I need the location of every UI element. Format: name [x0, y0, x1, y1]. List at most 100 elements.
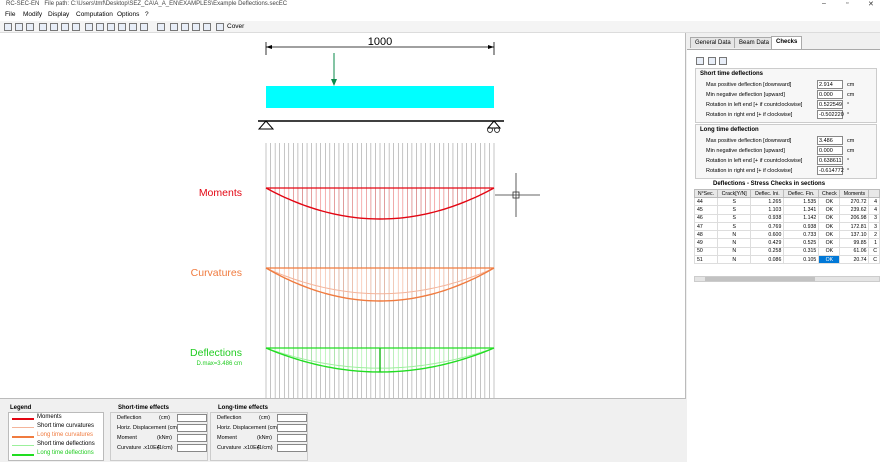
table-cell: 172.81: [839, 221, 870, 232]
table-row[interactable]: 47 S 0.769 0.938 OK 172.81 3: [694, 221, 880, 232]
table-cell: 1.142: [783, 213, 820, 223]
table-cell: 51: [694, 255, 718, 265]
cover-button[interactable]: Cover: [227, 23, 244, 30]
column-header[interactable]: [868, 189, 880, 198]
table-cell: 0.525: [783, 238, 820, 248]
table-row[interactable]: 49 N 0.429 0.525 OK 99.85 1: [694, 238, 880, 248]
image-icon[interactable]: [129, 23, 137, 31]
legend-item-long-deflections: Long time deflections: [37, 450, 94, 456]
long-max-pos-value[interactable]: 3.486: [817, 136, 843, 145]
table-cell: 44: [694, 196, 718, 207]
close-icon[interactable]: ✕: [868, 0, 874, 8]
short-horiz-field[interactable]: [177, 424, 207, 432]
short-moment-field[interactable]: [177, 434, 207, 442]
column-header[interactable]: Crack[Y/N]: [716, 189, 752, 198]
long-rot-left-value[interactable]: 0.638611: [817, 156, 843, 165]
tab-beam-data[interactable]: Beam Data: [734, 37, 775, 48]
table-row[interactable]: 50 N 0.258 0.315 OK 61.06 C: [694, 246, 880, 257]
file-path: File path: C:\Users\tmf\Desktop\SEZ_CA\A…: [44, 1, 288, 7]
settings-icon[interactable]: [203, 23, 211, 31]
print-icon[interactable]: [696, 57, 704, 65]
table-cell: 270.72: [839, 196, 870, 207]
table-cell: OK: [818, 230, 841, 240]
new-file-icon[interactable]: [4, 23, 12, 31]
table-cell: OK: [818, 196, 841, 207]
long-rot-right-label: Rotation in right end [+ if clockwise]: [706, 168, 793, 174]
short-min-neg-value[interactable]: 0.000: [817, 90, 843, 99]
table-h-scrollbar[interactable]: [694, 276, 880, 282]
check-icon[interactable]: [96, 23, 104, 31]
short-curvature-field[interactable]: [177, 444, 207, 452]
table-cell: 206.98: [839, 213, 870, 223]
menu-help[interactable]: ?: [145, 11, 149, 18]
table-cell: 0.258: [750, 246, 785, 257]
section-icon[interactable]: [85, 23, 93, 31]
title-bar: RC-SEC-EN File path: C:\Users\tmf\Deskto…: [0, 0, 880, 9]
long-moment-field[interactable]: [277, 434, 307, 442]
preview-icon[interactable]: [708, 57, 716, 65]
short-max-pos-value[interactable]: 2.914: [817, 80, 843, 89]
table-row[interactable]: 51 N 0.086 0.105 OK 20.74 C: [694, 255, 880, 265]
edit-icon[interactable]: [61, 23, 69, 31]
save-icon[interactable]: [26, 23, 34, 31]
copy-icon[interactable]: [72, 23, 80, 31]
long-deflection-field[interactable]: [277, 414, 307, 422]
rebar-icon[interactable]: [140, 23, 148, 31]
short-horiz-label: Horiz. Displacement (cm): [117, 425, 179, 431]
short-rot-right-value[interactable]: -0.502220: [817, 110, 844, 119]
menu-computation[interactable]: Computation: [76, 11, 113, 18]
chart-icon[interactable]: [192, 23, 200, 31]
column-header[interactable]: Moments: [839, 189, 870, 198]
menu-display[interactable]: Display: [48, 11, 69, 18]
long-curvature-field[interactable]: [277, 444, 307, 452]
beam-drawing: 1000 Moments Curvatures Deflections D.ma…: [190, 36, 540, 398]
table-cell: OK: [818, 255, 841, 265]
table-row[interactable]: 45 S 1.103 1.341 OK 239.62 4: [694, 205, 880, 215]
minimize-icon[interactable]: –: [822, 0, 826, 7]
print-preview-icon[interactable]: [39, 23, 47, 31]
scrollbar-thumb[interactable]: [705, 277, 815, 281]
diagram-icon[interactable]: [118, 23, 126, 31]
column-header[interactable]: N°Sec.: [694, 189, 718, 198]
calc-icon[interactable]: [157, 23, 165, 31]
table-cell: 4: [868, 205, 880, 215]
long-rot-right-value[interactable]: -0.614772: [817, 166, 844, 175]
drawing-canvas[interactable]: 1000 Moments Curvatures Deflections D.ma…: [0, 33, 686, 398]
table-cell: 49: [694, 238, 718, 248]
table-cell: 0.315: [783, 246, 820, 257]
table-cell: C: [868, 255, 880, 265]
report-icon[interactable]: [170, 23, 178, 31]
deflections-label: Deflections: [190, 347, 242, 359]
table-cell: C: [868, 246, 880, 257]
long-curvature-unit: (1/cm): [257, 445, 273, 451]
column-header[interactable]: Check: [818, 189, 841, 198]
copy-table-icon[interactable]: [719, 57, 727, 65]
table-row[interactable]: 46 S 0.938 1.142 OK 206.98 3: [694, 213, 880, 223]
column-header[interactable]: Deflec. Fin.: [783, 189, 820, 198]
tab-general-data[interactable]: General Data: [690, 37, 736, 48]
menu-file[interactable]: File: [5, 11, 15, 18]
curvatures-label: Curvatures: [191, 267, 242, 279]
open-file-icon[interactable]: [15, 23, 23, 31]
short-rot-left-value[interactable]: 0.522549: [817, 100, 843, 109]
table-cell: 3: [868, 221, 880, 232]
document-icon[interactable]: [181, 23, 189, 31]
short-time-panel: Short time deflections Max positive defl…: [695, 68, 877, 123]
menu-modify[interactable]: Modify: [23, 11, 42, 18]
long-min-neg-value[interactable]: 0.000: [817, 146, 843, 155]
table-cell: 0.938: [783, 221, 820, 232]
tab-checks[interactable]: Checks: [771, 36, 803, 49]
table-row[interactable]: 48 N 0.600 0.733 OK 137.10 2: [694, 230, 880, 240]
table-row[interactable]: 44 S 1.265 1.535 OK 270.72 4: [694, 196, 880, 207]
table-cell: N: [716, 230, 752, 240]
cover-icon[interactable]: [216, 23, 224, 31]
short-deflection-field[interactable]: [177, 414, 207, 422]
zoom-icon[interactable]: [50, 23, 58, 31]
maximize-icon[interactable]: ▫: [846, 0, 848, 7]
bottom-panel: Legend Moments Short time curvatures Lon…: [0, 398, 686, 462]
grid-icon[interactable]: [107, 23, 115, 31]
column-header[interactable]: Deflec. Ini.: [750, 189, 785, 198]
long-max-pos-unit: cm: [847, 138, 855, 144]
menu-options[interactable]: Options: [117, 11, 139, 18]
long-horiz-field[interactable]: [277, 424, 307, 432]
